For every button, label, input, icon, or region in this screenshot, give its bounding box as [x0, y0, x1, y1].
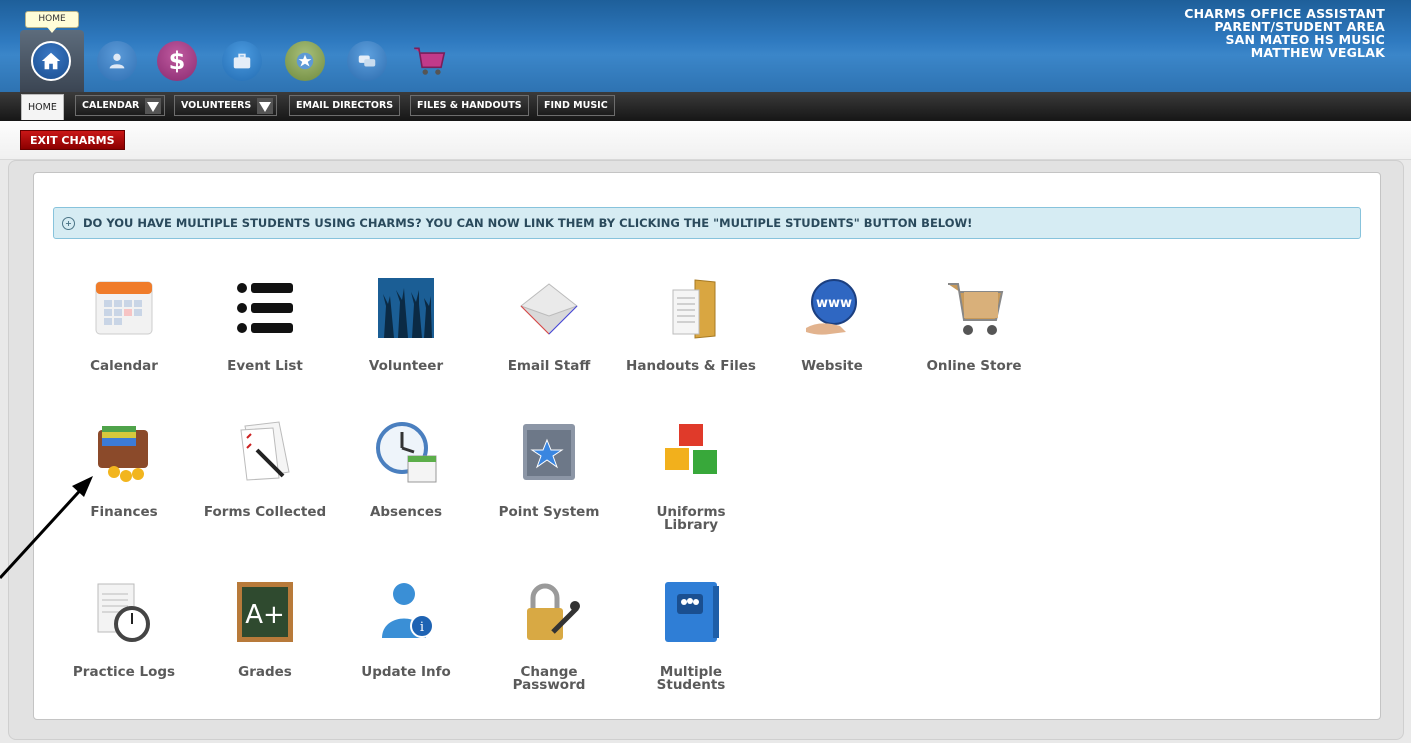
envelope-icon — [517, 276, 581, 340]
tile-label: Grades — [238, 664, 292, 680]
chalkboard-grade-icon: A+ — [233, 580, 297, 644]
tile-website[interactable]: www Website — [767, 276, 897, 373]
app-header: HOME $ CHARMS OFFICE ASSISTANT PARENT/ST… — [0, 0, 1411, 92]
tile-label: Absences — [369, 504, 443, 520]
tile-label: Practice Logs — [72, 664, 176, 680]
tab-volunteers[interactable]: VOLUNTEERS — [174, 95, 278, 116]
star-icon[interactable] — [285, 41, 325, 81]
tile-uniforms-library[interactable]: Uniforms Library — [626, 420, 756, 532]
tile-label: Website — [801, 358, 863, 374]
tab-files-handouts[interactable]: FILES & HANDOUTS — [410, 95, 529, 116]
tab-email-directors[interactable]: EMAIL DIRECTORS — [289, 95, 401, 116]
tile-label: Change Password — [512, 664, 586, 693]
stopwatch-document-icon — [92, 580, 156, 644]
tile-event-list[interactable]: Event List — [200, 276, 330, 373]
notice-banner: + DO YOU HAVE MULTIPLE STUDENTS USING CH… — [53, 207, 1361, 239]
calendar-icon — [92, 276, 156, 340]
person-icon[interactable] — [97, 41, 137, 81]
tile-change-password[interactable]: Change Password — [484, 580, 614, 692]
shopping-cart-icon[interactable] — [410, 41, 450, 81]
list-icon — [233, 276, 297, 340]
home-tooltip: HOME — [25, 11, 79, 33]
tile-update-info[interactable]: i Update Info — [341, 580, 471, 679]
tile-label: Email Staff — [507, 358, 591, 374]
tile-label: Event List — [227, 358, 303, 374]
sub-toolbar: EXIT CHARMS — [0, 121, 1411, 160]
tile-volunteer[interactable]: Volunteer — [341, 276, 471, 373]
chevron-down-icon[interactable] — [145, 97, 162, 114]
tile-label: Online Store — [926, 358, 1022, 374]
dollar-icon[interactable]: $ — [157, 41, 197, 81]
tile-label: Handouts & Files — [626, 358, 756, 374]
padlock-key-icon — [517, 580, 581, 644]
tile-calendar[interactable]: Calendar — [59, 276, 189, 373]
shopping-cart-icon — [942, 276, 1006, 340]
briefcase-icon[interactable] — [222, 41, 262, 81]
chat-icon[interactable] — [347, 41, 387, 81]
tile-label: Volunteer — [368, 358, 444, 374]
tile-online-store[interactable]: Online Store — [909, 276, 1039, 373]
globe-www-icon: www — [800, 276, 864, 340]
tile-label: Forms Collected — [203, 504, 327, 520]
tile-practice-logs[interactable]: Practice Logs — [59, 580, 189, 679]
tile-absences[interactable]: Absences — [341, 420, 471, 519]
star-folder-icon — [517, 420, 581, 484]
tab-calendar[interactable]: CALENDAR — [75, 95, 166, 116]
user-name: MATTHEW VEGLAK — [1250, 45, 1385, 60]
tile-grades[interactable]: A+ Grades — [200, 580, 330, 679]
tile-handouts-files[interactable]: Handouts & Files — [626, 276, 756, 373]
volunteer-hands-icon — [374, 276, 438, 340]
tile-forms-collected[interactable]: Forms Collected — [200, 420, 330, 519]
svg-text:i: i — [420, 620, 424, 635]
tile-label: Calendar — [90, 358, 158, 374]
tab-volunteers-label: VOLUNTEERS — [181, 100, 252, 111]
tile-point-system[interactable]: Point System — [484, 420, 614, 519]
notice-text: DO YOU HAVE MULTIPLE STUDENTS USING CHAR… — [83, 216, 973, 230]
boxes-icon — [659, 420, 723, 484]
exit-charms-button[interactable]: EXIT CHARMS — [20, 130, 125, 150]
clock-calendar-icon — [374, 420, 438, 484]
tile-email-staff[interactable]: Email Staff — [484, 276, 614, 373]
tab-home[interactable]: HOME — [21, 94, 64, 120]
main-nav: HOME CALENDAR VOLUNTEERS EMAIL DIRECTORS… — [0, 92, 1411, 121]
account-info: CHARMS OFFICE ASSISTANT PARENT/STUDENT A… — [1184, 7, 1385, 59]
forms-pen-icon — [233, 420, 297, 484]
www-text: www — [816, 296, 852, 311]
folder-icon — [659, 276, 723, 340]
user-info-icon: i — [374, 580, 438, 644]
home-icon[interactable] — [31, 41, 71, 81]
annotation-arrow — [0, 476, 93, 580]
tile-label: Update Info — [361, 664, 451, 680]
tile-label: Point System — [498, 504, 600, 520]
students-book-icon — [659, 580, 723, 644]
info-icon: + — [62, 216, 75, 230]
tab-calendar-label: CALENDAR — [82, 100, 140, 111]
tile-label: Multiple Students — [656, 664, 726, 693]
chevron-down-icon[interactable] — [257, 97, 274, 114]
tile-multiple-students[interactable]: Multiple Students — [626, 580, 756, 692]
tile-label: Uniforms Library — [656, 504, 726, 533]
grade-text: A+ — [245, 600, 285, 630]
tab-find-music[interactable]: FIND MUSIC — [537, 95, 615, 116]
